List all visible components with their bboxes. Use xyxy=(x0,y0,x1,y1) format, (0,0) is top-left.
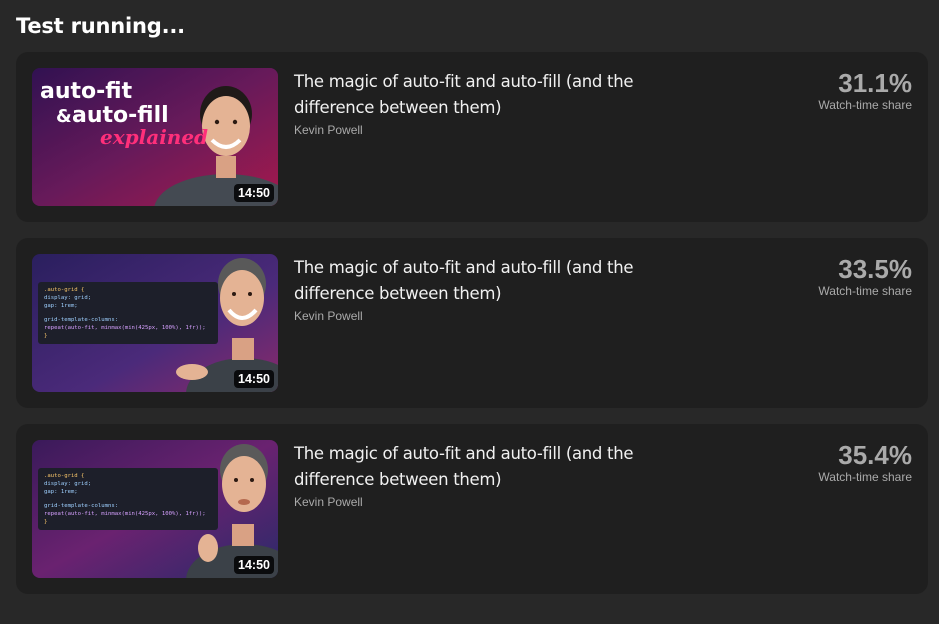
svg-text:}: } xyxy=(44,519,47,525)
video-thumbnail[interactable]: .auto-grid { display: grid; gap: 1rem; g… xyxy=(32,440,278,578)
watch-time-percent: 31.1% xyxy=(838,68,912,98)
video-thumbnail[interactable]: auto-fit & auto-fill explained 14:50 xyxy=(32,68,278,206)
watch-time-label: Watch-time share xyxy=(818,98,912,112)
svg-text:display: grid;: display: grid; xyxy=(44,481,91,487)
svg-text:repeat(auto-fit, minmax(min(42: repeat(auto-fit, minmax(min(425px, 100%)… xyxy=(44,325,206,331)
svg-text:gap: 1rem;: gap: 1rem; xyxy=(44,489,78,495)
channel-name[interactable]: Kevin Powell xyxy=(294,309,644,323)
svg-text:grid-template-columns:: grid-template-columns: xyxy=(44,317,118,323)
watch-time-stats: 35.4% Watch-time share xyxy=(818,440,912,484)
thumb-text-ampersand: & xyxy=(56,106,72,127)
video-info: The magic of auto-fit and auto-fill (and… xyxy=(294,68,644,137)
video-thumbnail[interactable]: .auto-grid { display: grid; gap: 1rem; g… xyxy=(32,254,278,392)
svg-text:}: } xyxy=(44,333,47,339)
watch-time-label: Watch-time share xyxy=(818,284,912,298)
video-info: The magic of auto-fit and auto-fill (and… xyxy=(294,440,644,509)
test-results-page: Test running... auto-fit & auto-fill exp… xyxy=(0,0,939,624)
video-title[interactable]: The magic of auto-fit and auto-fill (and… xyxy=(294,441,644,493)
video-title[interactable]: The magic of auto-fit and auto-fill (and… xyxy=(294,69,644,121)
svg-text:gap: 1rem;: gap: 1rem; xyxy=(44,303,78,309)
channel-name[interactable]: Kevin Powell xyxy=(294,495,644,509)
video-title[interactable]: The magic of auto-fit and auto-fill (and… xyxy=(294,255,644,307)
variant-card-3[interactable]: .auto-grid { display: grid; gap: 1rem; g… xyxy=(16,424,928,594)
svg-text:.auto-grid {: .auto-grid { xyxy=(44,473,84,479)
channel-name[interactable]: Kevin Powell xyxy=(294,123,644,137)
watch-time-stats: 33.5% Watch-time share xyxy=(818,254,912,298)
duration-badge: 14:50 xyxy=(234,370,274,388)
page-title: Test running... xyxy=(16,14,185,38)
svg-text:display: grid;: display: grid; xyxy=(44,295,91,301)
variant-card-2[interactable]: .auto-grid { display: grid; gap: 1rem; g… xyxy=(16,238,928,408)
duration-badge: 14:50 xyxy=(234,556,274,574)
variant-list: auto-fit & auto-fill explained 14:50 The… xyxy=(16,52,928,594)
variant-card-1[interactable]: auto-fit & auto-fill explained 14:50 The… xyxy=(16,52,928,222)
svg-text:.auto-grid {: .auto-grid { xyxy=(44,287,84,293)
svg-text:repeat(auto-fit, minmax(min(42: repeat(auto-fit, minmax(min(425px, 100%)… xyxy=(44,511,206,517)
watch-time-percent: 35.4% xyxy=(838,440,912,470)
thumb-text-explained: explained xyxy=(100,125,208,149)
thumb-text-autofit: auto-fit xyxy=(40,79,133,104)
video-info: The magic of auto-fit and auto-fill (and… xyxy=(294,254,644,323)
watch-time-stats: 31.1% Watch-time share xyxy=(818,68,912,112)
duration-badge: 14:50 xyxy=(234,184,274,202)
watch-time-percent: 33.5% xyxy=(838,254,912,284)
svg-text:grid-template-columns:: grid-template-columns: xyxy=(44,503,118,509)
watch-time-label: Watch-time share xyxy=(818,470,912,484)
